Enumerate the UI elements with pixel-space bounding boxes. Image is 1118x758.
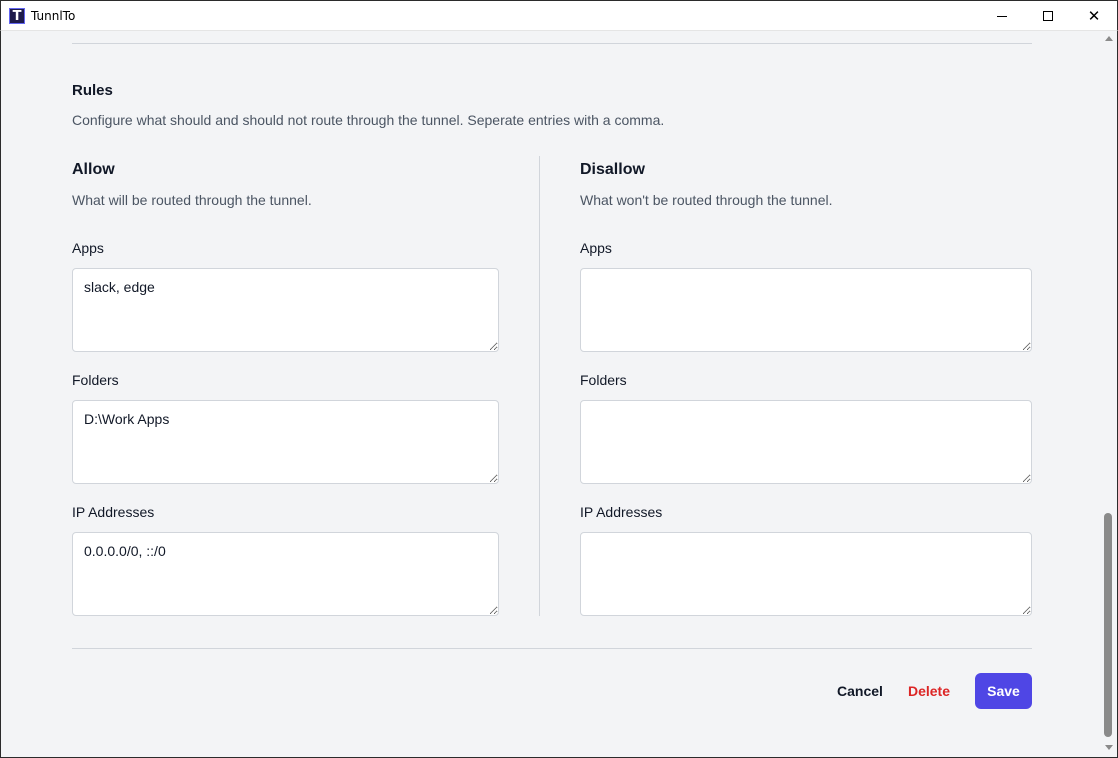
top-divider	[72, 43, 1032, 44]
allow-description: What will be routed through the tunnel.	[72, 192, 312, 208]
disallow-heading: Disallow	[580, 161, 645, 178]
title-bar: T TunnlTo ✕	[0, 0, 1118, 31]
cancel-button[interactable]: Cancel	[830, 680, 890, 702]
delete-button[interactable]: Delete	[900, 680, 958, 702]
allow-apps-label: Apps	[72, 240, 104, 256]
allow-ip-label: IP Addresses	[72, 504, 155, 520]
rules-description: Configure what should and should not rou…	[72, 112, 665, 128]
disallow-ip-input[interactable]	[580, 532, 1032, 616]
bottom-divider	[72, 648, 1032, 649]
window-title: TunnlTo	[31, 9, 76, 23]
allow-ip-input[interactable]: 0.0.0.0/0, ::/0	[72, 532, 499, 616]
close-icon: ✕	[1087, 6, 1101, 25]
disallow-apps-label: Apps	[580, 240, 612, 256]
app-logo-icon: T	[9, 8, 25, 24]
column-divider	[539, 156, 540, 616]
vertical-scrollbar[interactable]	[1101, 31, 1117, 757]
allow-folders-input[interactable]: D:\Work Apps	[72, 400, 499, 484]
save-button[interactable]: Save	[975, 673, 1032, 709]
allow-folders-label: Folders	[72, 372, 119, 388]
scroll-up-arrow-icon[interactable]	[1105, 36, 1113, 41]
disallow-apps-input[interactable]	[580, 268, 1032, 352]
maximize-button[interactable]	[1025, 1, 1071, 31]
rules-heading: Rules	[72, 82, 113, 99]
allow-heading: Allow	[72, 161, 115, 178]
close-button[interactable]: ✕	[1071, 1, 1117, 31]
disallow-ip-label: IP Addresses	[580, 504, 663, 520]
scrollbar-thumb[interactable]	[1104, 513, 1112, 737]
scroll-down-arrow-icon[interactable]	[1105, 745, 1113, 750]
minimize-icon	[997, 15, 1007, 17]
minimize-button[interactable]	[979, 1, 1025, 31]
maximize-icon	[1043, 11, 1053, 21]
disallow-description: What won't be routed through the tunnel.	[580, 192, 833, 208]
disallow-folders-label: Folders	[580, 372, 627, 388]
disallow-folders-input[interactable]	[580, 400, 1032, 484]
allow-apps-input[interactable]: slack, edge	[72, 268, 499, 352]
